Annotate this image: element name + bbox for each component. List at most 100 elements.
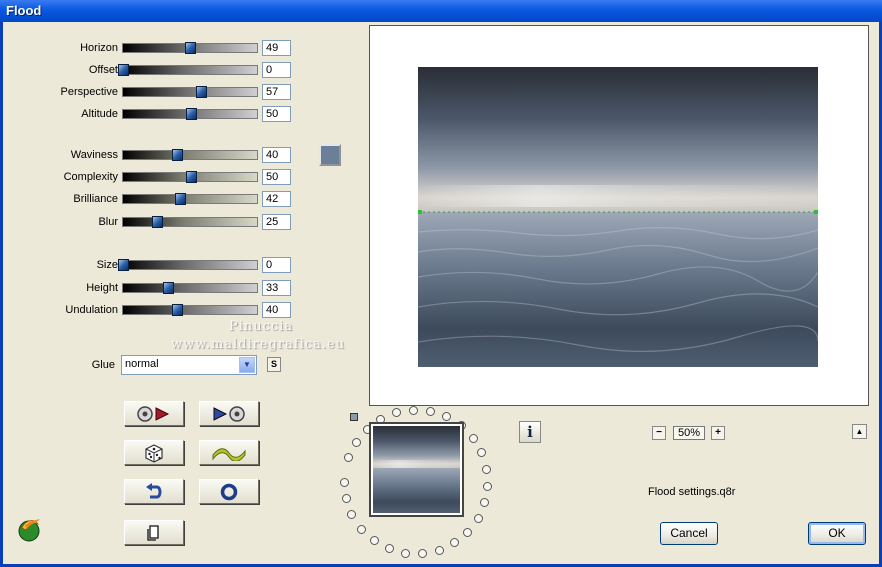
slider-value-input[interactable]: 49 [262,40,291,56]
navigator-ring-dot[interactable] [425,406,435,416]
slider-value-input[interactable]: 0 [262,62,291,78]
slider-label: Height [86,282,118,294]
slider-thumb[interactable] [118,64,129,76]
navigator-ring-dot[interactable] [400,548,410,558]
reset-circle-icon [220,483,238,500]
slider-thumb[interactable] [152,216,163,228]
navigator-ring-dot[interactable] [418,549,428,559]
slider-row-undulation: Undulation 40 [3,302,303,318]
navigator-ring-dot[interactable] [468,433,478,443]
dialog-body: Horizon 49 Offset 0 Perspective 57 Altitude 50 W… [3,22,879,564]
collapse-arrow-button[interactable]: ▲ [852,424,867,439]
slider-value-input[interactable]: 40 [262,147,291,163]
glue-select[interactable]: normal ▼ [121,355,257,375]
slider-thumb[interactable] [186,108,197,120]
slider-label: Waviness [70,149,118,161]
slider-label: Complexity [63,171,118,183]
navigator-ring-dot[interactable] [483,481,493,491]
undo-button[interactable] [124,479,184,504]
slider-track[interactable] [122,216,258,228]
slider-value-input[interactable]: 0 [262,257,291,273]
slider-track[interactable] [118,259,258,271]
slider-track[interactable] [122,193,258,205]
slider-row-offset: Offset 0 [3,62,303,78]
navigator-ring-dot[interactable] [343,452,353,462]
random-button[interactable] [124,440,184,465]
navigator-ring-dot[interactable] [347,510,357,520]
flood-preview-image [418,67,818,367]
navigator-ring-dot[interactable] [369,536,379,546]
navigator-ring-dot[interactable] [442,412,452,422]
slider-thumb[interactable] [186,171,197,183]
cancel-button[interactable]: Cancel [660,522,718,545]
slider-thumb[interactable] [184,42,196,54]
navigator-ring-dot[interactable] [341,494,351,504]
load-preset-button[interactable] [199,401,259,426]
navigator-ring-dot[interactable] [482,464,492,474]
copy-page-icon [147,524,159,541]
navigator-ring-dot[interactable] [434,545,444,555]
slider-value-input[interactable]: 25 [262,214,291,230]
undo-icon [146,482,162,498]
glue-options-button[interactable]: S [267,357,281,372]
chevron-down-icon[interactable]: ▼ [239,357,255,373]
slider-track[interactable] [122,86,258,98]
preview-canvas[interactable] [369,25,869,406]
zoom-out-button[interactable]: − [652,426,666,440]
slider-value-input[interactable]: 50 [262,106,291,122]
ok-button[interactable]: OK [808,522,866,545]
slider-track[interactable] [122,282,258,294]
navigator-thumbnail[interactable] [369,422,464,517]
navigator-ring-dot[interactable] [450,538,460,548]
reset-button[interactable] [199,479,259,504]
slider-thumb[interactable] [172,304,184,316]
navigator-ring-dot[interactable] [408,405,418,415]
slider-track[interactable] [122,108,258,120]
window-title-bar[interactable]: Flood [0,0,882,22]
info-button[interactable]: i [519,421,541,443]
settings-filename: Flood settings.q8r [648,486,736,498]
navigator-ring-dot[interactable] [351,437,361,447]
slider-thumb[interactable] [118,259,129,271]
color-swatch[interactable] [319,144,341,166]
navigator-ring-dot[interactable] [463,527,473,537]
slider-value-input[interactable]: 57 [262,84,291,100]
slider-track[interactable] [122,304,258,316]
slider-track[interactable] [122,149,258,161]
slider-row-height: Height 33 [3,280,303,296]
wave-button[interactable] [199,440,259,465]
zoom-level: 50% [673,426,705,440]
slider-thumb[interactable] [175,193,187,205]
window-title: Flood [6,3,42,18]
navigator-handle[interactable] [350,413,358,421]
slider-track[interactable] [122,42,258,54]
navigator-ring-dot[interactable] [339,477,349,487]
slider-track[interactable] [118,64,258,76]
slider-row-blur: Blur 25 [3,214,303,230]
watermark-name: Pinuccia [229,319,294,334]
slider-value-input[interactable]: 33 [262,280,291,296]
slider-label: Perspective [60,86,118,98]
slider-thumb[interactable] [172,149,184,161]
navigator-ring-dot[interactable] [356,524,366,534]
navigator-ring-dot[interactable] [477,448,487,458]
navigator-ring-dot[interactable] [392,408,402,418]
slider-label: Brilliance [73,193,118,205]
navigator-ring-dot[interactable] [480,498,490,508]
slider-value-input[interactable]: 40 [262,302,291,318]
app-logo-icon [18,519,40,542]
slider-label: Undulation [65,304,118,316]
copy-button[interactable] [124,520,184,545]
slider-track[interactable] [122,171,258,183]
slider-label: Blur [98,216,118,228]
slider-value-input[interactable]: 42 [262,191,291,207]
slider-thumb[interactable] [162,282,174,294]
save-preset-button[interactable] [124,401,184,426]
navigator-ring-dot[interactable] [384,544,394,554]
wave-icon [212,447,246,461]
slider-thumb[interactable] [195,86,207,98]
slider-row-perspective: Perspective 57 [3,84,303,100]
slider-value-input[interactable]: 50 [262,169,291,185]
zoom-in-button[interactable]: + [711,426,725,440]
navigator-ring-dot[interactable] [473,513,483,523]
